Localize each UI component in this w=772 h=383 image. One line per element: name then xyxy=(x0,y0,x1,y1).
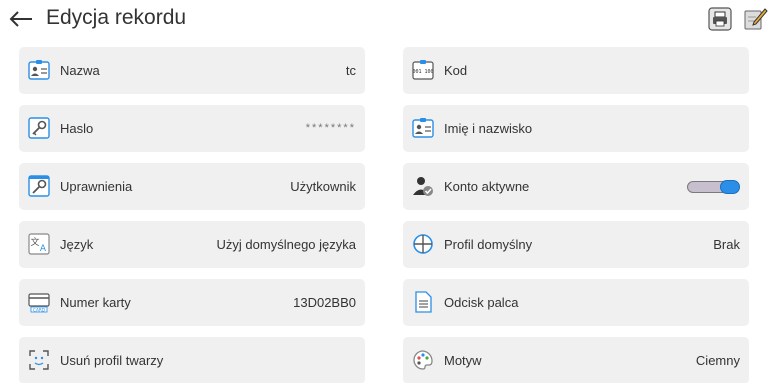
field-imie-nazwisko[interactable]: Imię i nazwisko xyxy=(403,105,749,152)
svg-text:A: A xyxy=(40,244,47,254)
active-toggle[interactable] xyxy=(687,180,740,194)
field-uprawnienia[interactable]: Uprawnienia Użytkownik xyxy=(19,163,365,210)
header: Edycja rekordu xyxy=(0,0,772,40)
field-value: tc xyxy=(345,63,356,78)
field-nazwa[interactable]: Nazwa tc xyxy=(19,47,365,94)
field-label: Motyw xyxy=(444,353,482,368)
translate-icon: 文 A xyxy=(28,233,50,255)
field-label: Numer karty xyxy=(60,295,131,310)
record-form: Nazwa tc 001 100 Kod Haslo ******** Imię… xyxy=(19,47,749,383)
key-icon xyxy=(28,117,50,139)
field-usun-profil-twarzy[interactable]: Usuń profil twarzy xyxy=(19,337,365,383)
card-icon-text: CARD xyxy=(33,307,45,312)
edit-pencil-button[interactable] xyxy=(744,7,768,31)
back-arrow-icon[interactable] xyxy=(8,8,34,30)
field-label: Konto aktywne xyxy=(444,179,530,194)
id-badge-icon xyxy=(412,118,434,138)
field-value: 13D02BB0 xyxy=(293,295,356,310)
field-label: Haslo xyxy=(60,121,94,136)
key-icon xyxy=(28,175,50,197)
page-title: Edycja rekordu xyxy=(46,6,187,29)
code-icon-text: 001 100 xyxy=(412,69,433,75)
field-konto-aktywne[interactable]: Konto aktywne xyxy=(403,163,749,210)
palette-icon xyxy=(413,350,433,370)
card-icon: CARD xyxy=(28,293,50,313)
document-icon xyxy=(415,291,432,313)
id-badge-icon xyxy=(28,60,50,80)
svg-text:文: 文 xyxy=(30,236,39,248)
field-value: Ciemny xyxy=(695,353,740,368)
code-icon: 001 100 xyxy=(412,60,434,80)
field-label: Kod xyxy=(444,63,468,78)
print-button[interactable] xyxy=(708,7,732,31)
field-value: ******** xyxy=(305,122,356,134)
field-kod[interactable]: 001 100 Kod xyxy=(403,47,749,94)
crosshair-icon xyxy=(413,234,433,254)
user-check-icon xyxy=(413,177,433,196)
field-label: Profil domyślny xyxy=(444,237,533,252)
field-jezyk[interactable]: 文 A Język Użyj domyślnego języka xyxy=(19,221,365,268)
field-profil-domyslny[interactable]: Profil domyślny Brak xyxy=(403,221,749,268)
field-label: Odcisk palca xyxy=(444,295,519,310)
field-haslo[interactable]: Haslo ******** xyxy=(19,105,365,152)
field-label: Język xyxy=(60,237,94,252)
field-motyw[interactable]: Motyw Ciemny xyxy=(403,337,749,383)
field-label: Uprawnienia xyxy=(60,179,133,194)
field-value: Użyj domyślnego języka xyxy=(216,237,356,252)
field-label: Nazwa xyxy=(60,63,100,78)
field-label: Imię i nazwisko xyxy=(444,121,533,136)
field-odcisk-palca[interactable]: Odcisk palca xyxy=(403,279,749,326)
face-scan-icon xyxy=(29,350,49,370)
field-value: Brak xyxy=(713,237,740,252)
field-label: Usuń profil twarzy xyxy=(60,353,164,368)
field-value: Użytkownik xyxy=(290,179,356,194)
field-numer-karty[interactable]: CARD Numer karty 13D02BB0 xyxy=(19,279,365,326)
toggle-knob xyxy=(720,180,740,194)
